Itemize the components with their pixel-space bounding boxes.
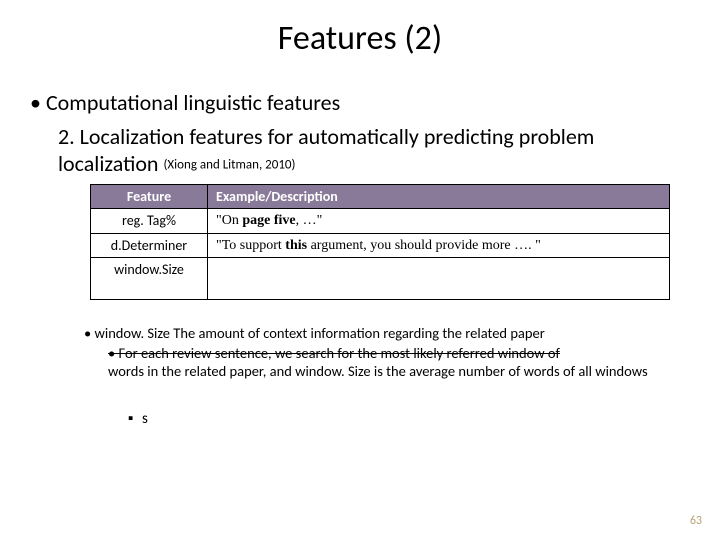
cell-feature: d.Determiner <box>91 233 208 258</box>
ex-bold: page five <box>242 213 295 228</box>
cell-feature: reg. Tag% <box>91 209 208 234</box>
th-example: Example/Description <box>208 184 670 209</box>
th-feature: Feature <box>91 184 208 209</box>
feature-table-wrap: Feature Example/Description reg. Tag% "O… <box>90 184 670 301</box>
cell-feature: window.Size <box>91 258 208 300</box>
ex-post: , …" <box>296 213 323 228</box>
table-row: reg. Tag% "On page five, …" <box>91 209 670 234</box>
bullet-main: Computational linguistic features <box>30 89 690 117</box>
feature-table: Feature Example/Description reg. Tag% "O… <box>90 184 670 301</box>
overlay-block: window. Size The amount of context infor… <box>84 324 674 380</box>
body-content: Computational linguistic features 2. Loc… <box>30 89 690 300</box>
slide-title: Features (2) <box>30 18 690 59</box>
overlay-bullet-2-cont: words in the related paper, and window. … <box>108 362 674 380</box>
ex-post: argument, you should provide more …. " <box>307 238 541 253</box>
cell-example: "To support this argument, you should pr… <box>208 233 670 258</box>
overlay-bullet-2-struck: For each review sentence, we search for … <box>108 344 674 362</box>
ex-pre: "On <box>216 213 242 228</box>
table-row: window.Size The amount of context inform… <box>91 258 670 300</box>
ex-pre: "To support <box>216 238 285 253</box>
lone-bullet-s: ▪s <box>128 410 148 428</box>
overlay-b1-post: The amount of context information regard… <box>173 324 545 342</box>
overlay-b1-pre: window. Size <box>95 324 174 342</box>
cell-example: The amount of context information regard… <box>208 258 670 300</box>
sub-text: 2. Localization features for automatical… <box>58 123 594 178</box>
page-number: 63 <box>690 514 702 528</box>
ex-bold: this <box>285 238 307 253</box>
lone-s-text: s <box>142 410 148 428</box>
cell-example: "On page five, …" <box>208 209 670 234</box>
table-row: d.Determiner "To support this argument, … <box>91 233 670 258</box>
sub-numbered: 2. Localization features for automatical… <box>58 123 690 178</box>
citation: (Xiong and Litman, 2010) <box>163 158 295 173</box>
overlay-bullet-1: window. Size The amount of context infor… <box>84 324 674 342</box>
